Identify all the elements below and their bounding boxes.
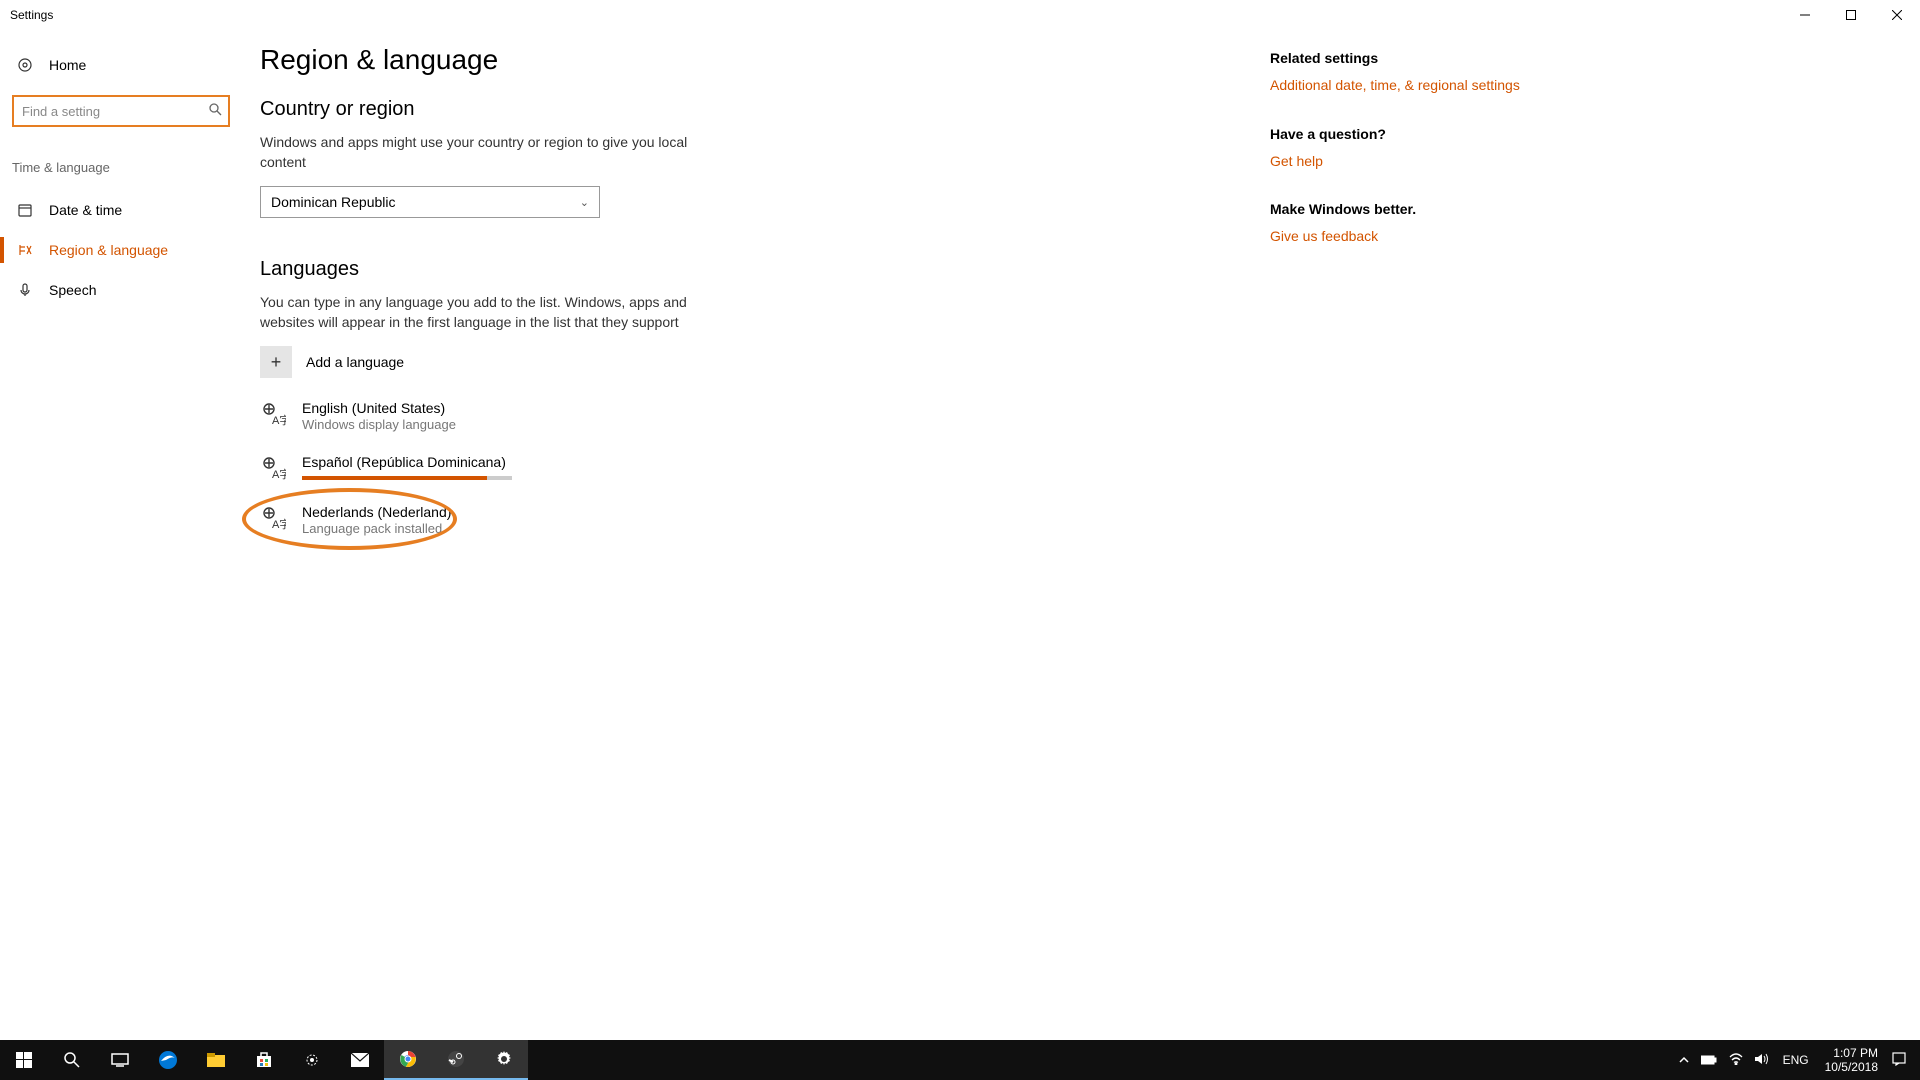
languages-section-title: Languages [260, 258, 940, 281]
nav-label: Date & time [49, 202, 122, 218]
home-label: Home [49, 57, 86, 73]
store-taskbar-icon[interactable] [240, 1040, 288, 1080]
language-glyph-icon: A字 [260, 504, 288, 532]
language-item-dutch[interactable]: A字 Nederlands (Nederland) Language pack … [260, 500, 940, 540]
nav-speech[interactable]: Speech [0, 270, 260, 310]
tray-notifications-icon[interactable] [1886, 1052, 1912, 1069]
nav-label: Region & language [49, 242, 168, 258]
language-glyph-icon: A字 [260, 400, 288, 428]
download-progress [302, 476, 512, 480]
search-wrap [12, 95, 230, 127]
get-help-link[interactable]: Get help [1270, 152, 1550, 172]
tray-date: 10/5/2018 [1825, 1060, 1878, 1074]
window-title: Settings [10, 8, 53, 22]
region-desc: Windows and apps might use your country … [260, 133, 690, 172]
search-icon [209, 103, 222, 119]
feedback-heading: Make Windows better. [1270, 201, 1550, 217]
chrome-taskbar-icon[interactable] [384, 1040, 432, 1080]
main-content: Region & language Country or region Wind… [260, 30, 1920, 1040]
window-controls [1782, 0, 1920, 30]
region-section-title: Country or region [260, 98, 940, 121]
tray-clock[interactable]: 1:07 PM 10/5/2018 [1817, 1046, 1886, 1075]
search-taskbar-button[interactable] [48, 1040, 96, 1080]
feedback-link[interactable]: Give us feedback [1270, 227, 1550, 247]
tray-input-language[interactable]: ENG [1775, 1053, 1817, 1067]
language-sub: Windows display language [302, 417, 456, 432]
question-heading: Have a question? [1270, 126, 1550, 142]
page-title: Region & language [260, 44, 940, 76]
tray-volume-icon[interactable] [1749, 1053, 1775, 1068]
add-language-button[interactable]: + Add a language [260, 346, 940, 378]
add-language-label: Add a language [306, 354, 404, 370]
home-nav[interactable]: Home [12, 45, 260, 85]
tray-time: 1:07 PM [1825, 1046, 1878, 1060]
related-settings-link[interactable]: Additional date, time, & regional settin… [1270, 76, 1550, 96]
language-name: Español (República Dominicana) [302, 454, 512, 470]
home-icon [15, 57, 35, 73]
app-taskbar-icon[interactable] [288, 1040, 336, 1080]
languages-desc: You can type in any language you add to … [260, 293, 690, 332]
language-name: English (United States) [302, 400, 456, 416]
tray-power-icon[interactable] [1695, 1053, 1723, 1068]
file-explorer-taskbar-icon[interactable] [192, 1040, 240, 1080]
svg-text:A字: A字 [272, 413, 286, 426]
task-view-button[interactable] [96, 1040, 144, 1080]
chevron-down-icon: ⌄ [580, 196, 589, 209]
language-sub: Language pack installed [302, 521, 451, 536]
start-button[interactable] [0, 1040, 48, 1080]
minimize-button[interactable] [1782, 0, 1828, 30]
tray-chevron-icon[interactable] [1673, 1053, 1695, 1068]
microphone-icon [15, 282, 35, 298]
search-input[interactable] [12, 95, 230, 127]
mail-taskbar-icon[interactable] [336, 1040, 384, 1080]
right-panel: Related settings Additional date, time, … [1270, 44, 1550, 1040]
category-label: Time & language [12, 160, 260, 175]
close-button[interactable] [1874, 0, 1920, 30]
sidebar: Home Time & language Date & time Region … [0, 30, 260, 1040]
language-name: Nederlands (Nederland) [302, 504, 451, 520]
language-icon [15, 242, 35, 258]
svg-text:A字: A字 [272, 517, 286, 530]
language-item-spanish[interactable]: A字 Español (República Dominicana) [260, 450, 940, 486]
settings-taskbar-icon[interactable] [480, 1040, 528, 1080]
svg-text:A字: A字 [272, 467, 286, 480]
country-value: Dominican Republic [271, 194, 396, 210]
taskbar: ENG 1:07 PM 10/5/2018 [0, 1040, 1920, 1080]
nav-label: Speech [49, 282, 96, 298]
maximize-button[interactable] [1828, 0, 1874, 30]
steam-taskbar-icon[interactable] [432, 1040, 480, 1080]
language-glyph-icon: A字 [260, 454, 288, 482]
language-item-english[interactable]: A字 English (United States) Windows displ… [260, 396, 940, 436]
nav-region-language[interactable]: Region & language [0, 230, 260, 270]
clock-icon [15, 202, 35, 218]
plus-icon: + [260, 346, 292, 378]
nav-date-time[interactable]: Date & time [0, 190, 260, 230]
edge-taskbar-icon[interactable] [144, 1040, 192, 1080]
related-heading: Related settings [1270, 50, 1550, 66]
tray-wifi-icon[interactable] [1723, 1053, 1749, 1068]
country-dropdown[interactable]: Dominican Republic ⌄ [260, 186, 600, 218]
titlebar: Settings [0, 0, 1920, 30]
